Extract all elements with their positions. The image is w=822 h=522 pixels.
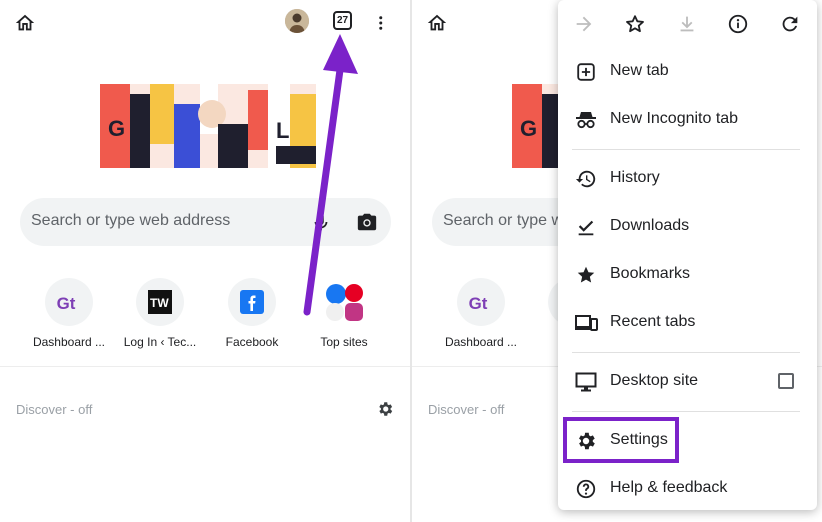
svg-text:Gt: Gt — [57, 294, 76, 311]
tab-switcher-button[interactable]: 27 — [333, 11, 352, 30]
info-icon[interactable] — [726, 12, 750, 36]
omnibox-search[interactable]: Search or type web address — [20, 198, 391, 246]
shortcut-label: Log In ‹ Tec... — [123, 335, 197, 349]
shortcut-dashboard[interactable]: Gt Dashboard ... — [27, 278, 111, 349]
menu-item-new-tab[interactable]: New tab — [558, 50, 817, 94]
google-doodle[interactable]: G L — [100, 84, 316, 168]
guidingtech-icon: Gt — [457, 278, 505, 326]
help-icon — [574, 477, 598, 501]
shortcut-label: Dashboard ... — [32, 335, 106, 349]
top-sites-icon — [320, 278, 368, 326]
gear-icon[interactable] — [376, 400, 394, 418]
forward-icon[interactable] — [572, 12, 596, 36]
left-screen: 27 G L Search or type web address Gt Das… — [0, 0, 410, 522]
download-check-icon — [574, 215, 598, 239]
shortcut-facebook[interactable]: Facebook — [210, 278, 294, 349]
menu-separator — [572, 149, 800, 150]
menu-separator — [572, 411, 800, 412]
menu-item-recent-tabs[interactable]: Recent tabs — [558, 301, 817, 345]
home-icon[interactable] — [14, 12, 36, 34]
shortcut-label: Top sites — [320, 335, 368, 349]
menu-toolbar — [558, 0, 817, 48]
devices-icon — [574, 311, 598, 335]
refresh-icon[interactable] — [778, 12, 802, 36]
guidingtech-icon: Gt — [45, 278, 93, 326]
svg-text:G: G — [108, 116, 125, 141]
menu-item-label: Downloads — [610, 217, 690, 234]
desktop-site-checkbox[interactable] — [778, 373, 794, 389]
shortcut-dashboard[interactable]: Gt Dashboard ... — [439, 278, 523, 349]
shortcut-label: Facebook — [225, 335, 279, 349]
menu-item-label: Desktop site — [610, 372, 699, 389]
star-outline-icon[interactable] — [623, 12, 647, 36]
discover-status: Discover - off — [428, 402, 505, 417]
svg-text:G: G — [520, 116, 537, 141]
plus-box-icon — [574, 60, 598, 84]
menu-item-desktop-site[interactable]: Desktop site — [558, 360, 817, 404]
camera-search-icon[interactable] — [356, 211, 378, 233]
shortcut-top-sites[interactable]: Top sites — [302, 278, 386, 349]
monitor-icon — [574, 370, 598, 394]
svg-text:Gt: Gt — [469, 294, 488, 311]
microphone-icon[interactable] — [310, 211, 332, 233]
menu-item-label: History — [610, 169, 660, 186]
menu-item-label: New tab — [610, 62, 669, 79]
shortcut-label: Dashboard ... — [444, 335, 518, 349]
incognito-icon — [574, 108, 598, 132]
search-placeholder: Search or type w — [443, 212, 564, 229]
menu-separator — [572, 352, 800, 353]
menu-item-label: Help & feedback — [610, 479, 728, 496]
more-options-icon[interactable] — [374, 12, 392, 34]
home-icon[interactable] — [426, 12, 448, 34]
shortcut-login[interactable]: TW Log In ‹ Tec... — [118, 278, 202, 349]
menu-item-new-incognito-tab[interactable]: New Incognito tab — [558, 98, 817, 142]
avatar[interactable] — [285, 9, 309, 33]
discover-status: Discover - off — [16, 402, 93, 417]
menu-item-bookmarks[interactable]: Bookmarks — [558, 253, 817, 297]
menu-item-label: New Incognito tab — [610, 110, 739, 127]
menu-item-downloads[interactable]: Downloads — [558, 205, 817, 249]
menu-item-label: Recent tabs — [610, 313, 696, 330]
history-icon — [574, 167, 598, 191]
settings-highlight-box — [563, 417, 679, 463]
tw-logo-icon: TW — [136, 278, 184, 326]
download-icon[interactable] — [675, 12, 699, 36]
star-icon — [574, 263, 598, 287]
svg-text:L: L — [276, 118, 289, 143]
menu-item-help-feedback[interactable]: Help & feedback — [558, 467, 817, 511]
search-placeholder: Search or type web address — [31, 212, 231, 229]
tab-count: 27 — [336, 15, 349, 26]
svg-text:TW: TW — [150, 296, 169, 310]
menu-item-label: Bookmarks — [610, 265, 691, 282]
feed-divider — [0, 366, 410, 367]
menu-item-history[interactable]: History — [558, 157, 817, 201]
facebook-icon — [228, 278, 276, 326]
